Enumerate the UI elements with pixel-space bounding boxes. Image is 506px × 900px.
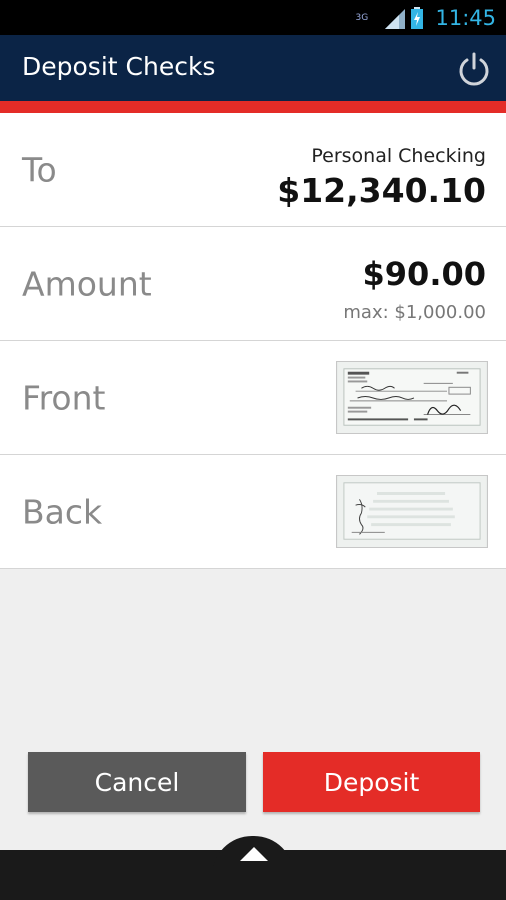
account-balance: $12,340.10 (277, 171, 486, 210)
check-back-thumbnail[interactable] (336, 475, 488, 548)
action-bar: Deposit Checks (0, 35, 506, 101)
status-bar: 3G 11:45 (0, 0, 506, 35)
account-name: Personal Checking (311, 145, 486, 167)
back-image-row[interactable]: Back (0, 455, 506, 569)
front-image-row[interactable]: Front (0, 341, 506, 455)
front-label: Front (22, 378, 106, 417)
amount-label: Amount (22, 264, 152, 303)
clock-time: 11:45 (435, 5, 496, 30)
to-account-row[interactable]: To Personal Checking $12,340.10 (0, 113, 506, 227)
signal-icon: 3G (355, 7, 406, 29)
chevron-up-icon[interactable] (240, 847, 268, 861)
deposit-button[interactable]: Deposit (263, 752, 480, 812)
to-label: To (22, 150, 57, 189)
amount-max: max: $1,000.00 (343, 302, 486, 323)
check-front-thumbnail[interactable] (336, 361, 488, 434)
page-title: Deposit Checks (22, 52, 216, 81)
battery-charging-icon (411, 6, 424, 29)
cancel-button[interactable]: Cancel (28, 752, 246, 812)
header-accent-stripe (0, 101, 506, 113)
back-label: Back (22, 492, 103, 531)
amount-value: $90.00 (362, 255, 486, 293)
action-buttons: Cancel Deposit (0, 752, 506, 812)
power-icon[interactable] (456, 51, 492, 87)
amount-row[interactable]: Amount $90.00 max: $1,000.00 (0, 227, 506, 341)
deposit-form-list: To Personal Checking $12,340.10 Amount $… (0, 113, 506, 569)
network-type-label: 3G (355, 12, 369, 23)
status-icons: 3G 11:45 (355, 0, 496, 35)
